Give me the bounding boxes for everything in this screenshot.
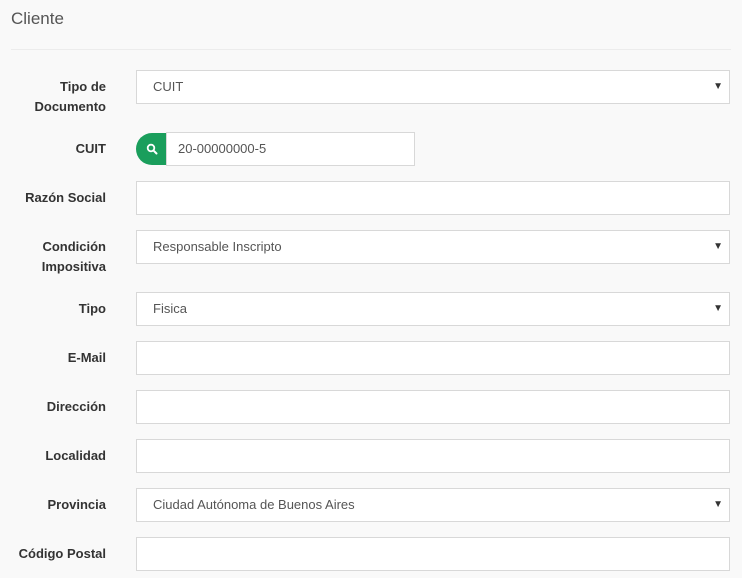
provincia-select[interactable]: Ciudad Autónoma de Buenos Aires ▼ [136,488,730,522]
cuit-search-button[interactable] [136,133,168,165]
provincia-label: Provincia [47,497,106,512]
localidad-input[interactable] [136,439,730,473]
chevron-down-icon: ▼ [713,303,723,314]
search-icon [146,143,158,155]
cuit-label: CUIT [75,141,106,156]
email-input[interactable] [136,341,730,375]
codigo-postal-input[interactable] [136,537,730,571]
chevron-down-icon: ▼ [713,499,723,510]
provincia-value: Ciudad Autónoma de Buenos Aires [153,497,355,512]
condicion-impositiva-select[interactable]: Responsable Inscripto ▼ [136,230,730,264]
panel-title: Cliente [11,9,64,28]
email-label: E-Mail [67,350,106,365]
razon-social-input[interactable] [136,181,730,215]
tipo-documento-label: Tipo de Documento [34,79,107,114]
chevron-down-icon: ▼ [713,81,723,92]
header-divider [11,49,731,50]
localidad-label: Localidad [45,448,106,463]
condicion-impositiva-label: Condición Impositiva [41,239,106,274]
tipo-select[interactable]: Fisica ▼ [136,292,730,326]
tipo-documento-select[interactable]: CUIT ▼ [136,70,730,104]
chevron-down-icon: ▼ [713,241,723,252]
direccion-label: Dirección [46,399,106,414]
cuit-input-group: 20-00000000-5 [136,132,415,166]
condicion-impositiva-value: Responsable Inscripto [153,239,282,254]
cuit-input[interactable]: 20-00000000-5 [166,132,415,166]
direccion-input[interactable] [136,390,730,424]
tipo-label: Tipo [78,301,106,316]
razon-social-label: Razón Social [25,190,106,205]
tipo-documento-value: CUIT [153,79,184,94]
tipo-value: Fisica [153,301,187,316]
codigo-postal-label: Código Postal [18,546,106,561]
